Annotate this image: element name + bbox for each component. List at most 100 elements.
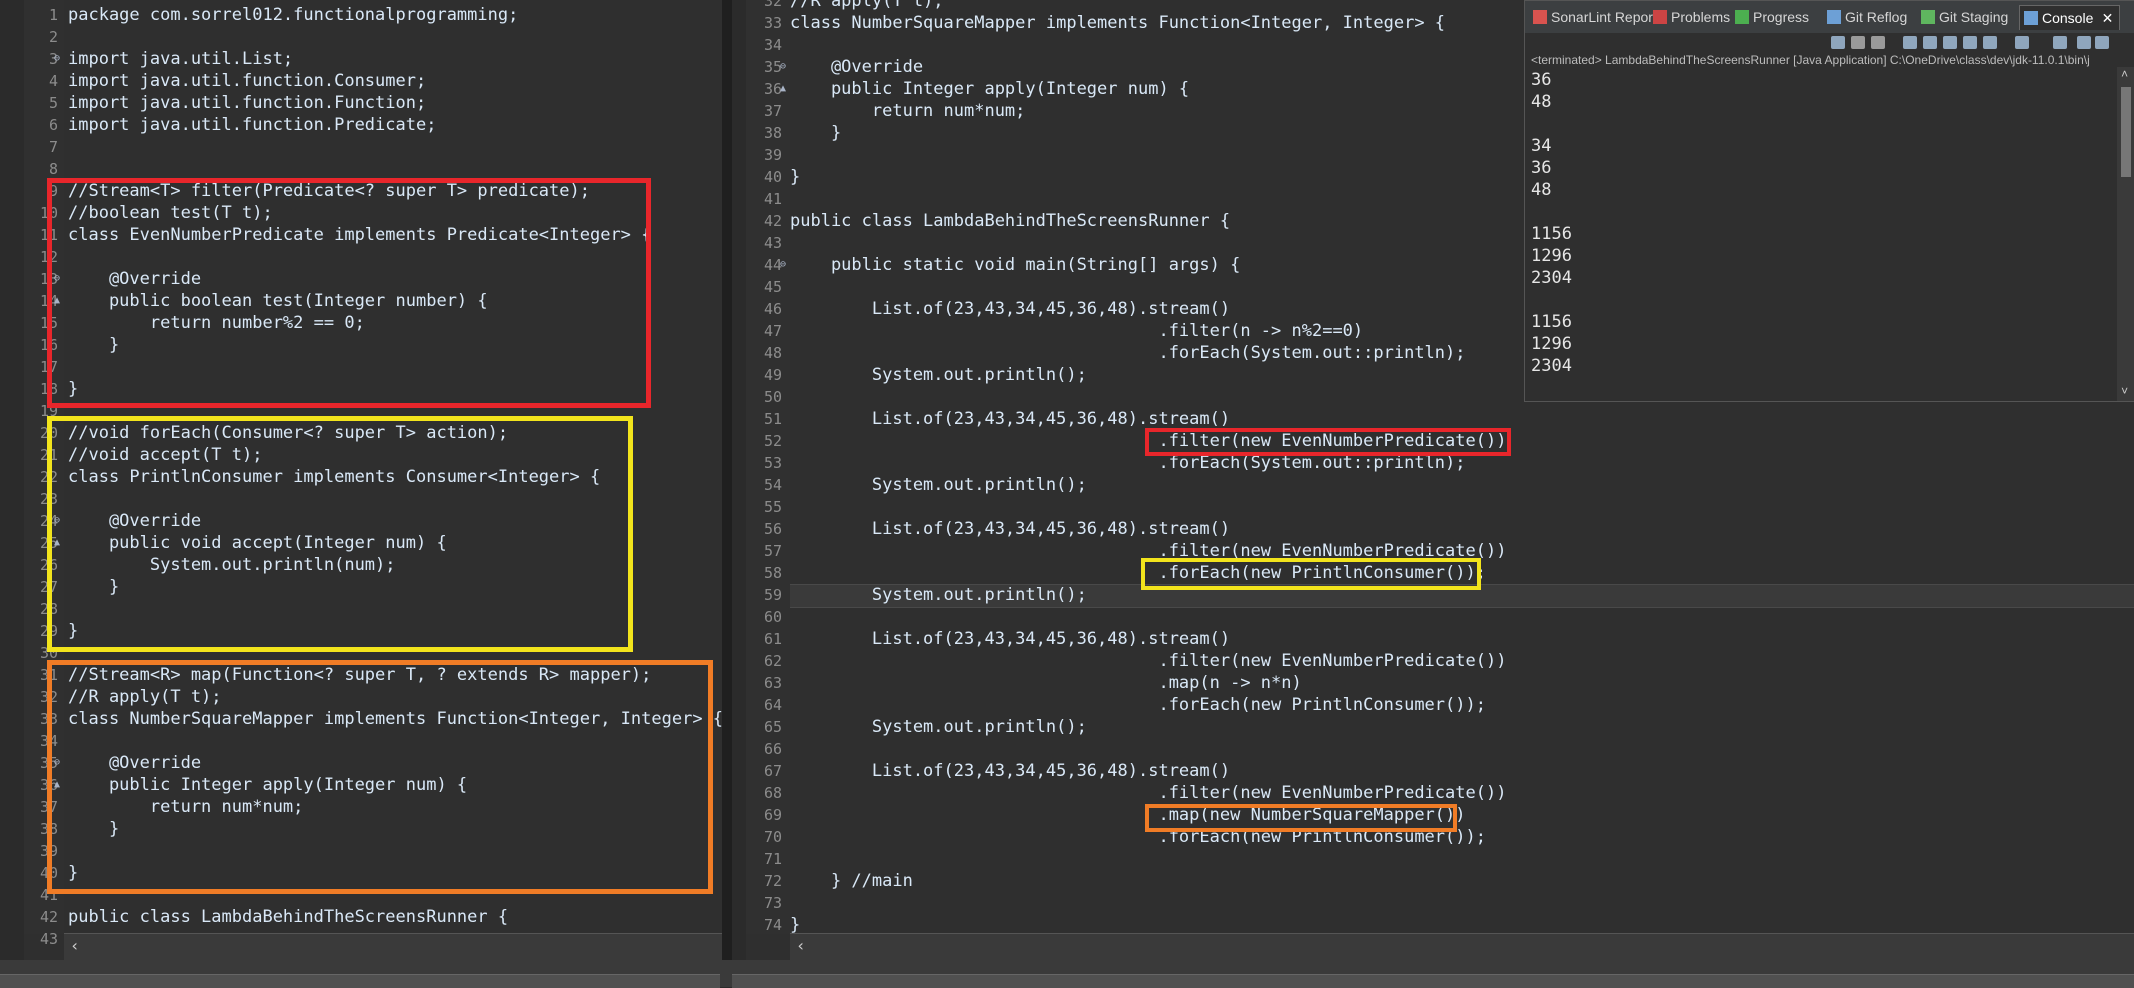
code-line[interactable]: import java.util.function.Consumer; <box>68 70 426 92</box>
scroll-left-icon[interactable]: ‹ <box>796 936 806 955</box>
code-line[interactable]: } //main <box>790 870 913 892</box>
code-line[interactable]: public void accept(Integer num) { <box>68 532 447 554</box>
code-line[interactable]: .filter(new EvenNumberPredicate()) <box>790 430 1506 452</box>
code-line[interactable]: //R apply(T t); <box>790 0 944 12</box>
fold-toggle-icon[interactable]: ⊖ <box>54 48 60 70</box>
tab-sonarlint-report[interactable]: SonarLint Report <box>1529 5 1657 29</box>
code-line[interactable]: .filter(n -> n%2==0) <box>790 320 1363 342</box>
right-horizontal-scrollbar[interactable]: ‹ <box>790 933 2134 960</box>
code-line[interactable]: class NumberSquareMapper implements Func… <box>68 708 722 730</box>
code-line[interactable]: .forEach(new PrintlnConsumer()); <box>790 562 1486 584</box>
clear-console-icon[interactable] <box>1831 36 1845 49</box>
word-wrap-icon[interactable] <box>1923 36 1937 49</box>
code-line[interactable]: } <box>790 166 800 188</box>
code-line[interactable]: } <box>68 378 78 400</box>
code-line[interactable]: public boolean test(Integer number) { <box>68 290 488 312</box>
code-line[interactable]: return num*num; <box>790 100 1026 122</box>
code-line[interactable]: return number%2 == 0; <box>68 312 365 334</box>
code-line[interactable]: //R apply(T t); <box>68 686 222 708</box>
code-line[interactable]: List.of(23,43,34,45,36,48).stream() <box>790 408 1230 430</box>
code-line[interactable]: public Integer apply(Integer num) { <box>68 774 467 796</box>
code-line[interactable]: .map(n -> n*n) <box>790 672 1301 694</box>
code-line[interactable]: import java.util.List; <box>68 48 293 70</box>
code-line[interactable]: public static void main(String[] args) { <box>790 254 1240 276</box>
tab-console[interactable]: Console ✕ <box>2019 5 2121 30</box>
code-line[interactable]: .forEach(new PrintlnConsumer()); <box>790 694 1486 716</box>
code-line[interactable]: public class LambdaBehindTheScreensRunne… <box>790 210 1230 232</box>
code-line[interactable]: System.out.println(); <box>790 364 1087 386</box>
code-line[interactable]: System.out.println(); <box>790 474 1087 496</box>
tab-git-staging[interactable]: Git Staging <box>1917 5 2008 29</box>
console-vertical-scrollbar[interactable]: ˄ ˅ <box>2117 67 2134 401</box>
code-line[interactable]: .forEach(new PrintlnConsumer()); <box>790 826 1486 848</box>
code-line[interactable]: //void forEach(Consumer<? super T> actio… <box>68 422 508 444</box>
code-line[interactable]: } <box>68 334 119 356</box>
code-line[interactable]: List.of(23,43,34,45,36,48).stream() <box>790 628 1230 650</box>
code-line[interactable]: .filter(new EvenNumberPredicate()) <box>790 540 1506 562</box>
code-line[interactable]: } <box>790 122 841 144</box>
code-line[interactable]: System.out.println(); <box>790 584 1087 606</box>
fold-toggle-icon[interactable]: ⊖ <box>780 56 786 78</box>
code-line[interactable]: @Override <box>790 56 923 78</box>
code-line[interactable]: System.out.println(num); <box>68 554 396 576</box>
left-horizontal-scrollbar[interactable]: ‹ <box>64 933 722 960</box>
open-console-icon[interactable] <box>2015 36 2029 49</box>
view-menu-icon[interactable] <box>2053 36 2067 49</box>
console-view[interactable]: SonarLint Report Problems Progress Git Refl… <box>1524 0 2134 402</box>
code-line[interactable]: package com.sorrel012.functionalprogramm… <box>68 4 518 26</box>
code-line[interactable]: .filter(new EvenNumberPredicate()) <box>790 650 1506 672</box>
code-line[interactable]: //void accept(T t); <box>68 444 262 466</box>
code-line[interactable]: import java.util.function.Predicate; <box>68 114 436 136</box>
code-line[interactable]: @Override <box>68 268 201 290</box>
code-line[interactable]: //Stream<R> map(Function<? super T, ? ex… <box>68 664 651 686</box>
code-line[interactable]: } <box>68 576 119 598</box>
code-line[interactable]: } <box>68 818 119 840</box>
code-line[interactable]: @Override <box>68 752 201 774</box>
code-line[interactable]: return num*num; <box>68 796 304 818</box>
scroll-up-icon[interactable]: ˄ <box>2121 67 2128 82</box>
pin-console-icon[interactable] <box>1963 36 1977 49</box>
tab-git-reflog[interactable]: Git Reflog <box>1823 5 1907 29</box>
line-number: 62 <box>763 652 782 670</box>
code-line[interactable]: } <box>68 862 78 884</box>
code-line[interactable]: class EvenNumberPredicate implements Pre… <box>68 224 651 246</box>
display-console-icon[interactable] <box>1983 36 1997 49</box>
code-line[interactable]: .forEach(System.out::println); <box>790 342 1465 364</box>
code-line[interactable]: class NumberSquareMapper implements Func… <box>790 12 1445 34</box>
code-line[interactable]: class PrintlnConsumer implements Consume… <box>68 466 600 488</box>
code-line[interactable]: public Integer apply(Integer num) { <box>790 78 1189 100</box>
code-line[interactable]: //Stream<T> filter(Predicate<? super T> … <box>68 180 590 202</box>
scroll-lock-icon[interactable] <box>1903 36 1917 49</box>
line-number: 48 <box>763 344 782 362</box>
left-editor-pane[interactable]: 1 package com.sorrel012.functionalprogram… <box>0 0 722 960</box>
code-line[interactable]: .map(new NumberSquareMapper()) <box>790 804 1465 826</box>
code-line[interactable]: public class LambdaBehindTheScreensRunne… <box>68 906 508 928</box>
tab-problems[interactable]: Problems <box>1649 5 1730 29</box>
code-line[interactable]: List.of(23,43,34,45,36,48).stream() <box>790 298 1230 320</box>
fold-toggle-icon[interactable]: ⊖ <box>54 268 60 290</box>
tab-progress[interactable]: Progress <box>1731 5 1809 29</box>
code-line[interactable]: import java.util.function.Function; <box>68 92 426 114</box>
fold-toggle-icon[interactable]: ⊖ <box>780 254 786 276</box>
remove-all-launches-icon[interactable] <box>1871 36 1885 49</box>
code-line[interactable]: List.of(23,43,34,45,36,48).stream() <box>790 518 1230 540</box>
fold-toggle-icon[interactable]: ⊖ <box>54 510 60 532</box>
line-number: 32 <box>763 0 782 10</box>
close-icon[interactable]: ✕ <box>2102 6 2114 30</box>
pane-divider[interactable] <box>722 0 732 987</box>
code-line[interactable]: System.out.println(); <box>790 716 1087 738</box>
fold-toggle-icon[interactable]: ⊖ <box>54 752 60 774</box>
code-line[interactable]: .forEach(System.out::println); <box>790 452 1465 474</box>
scroll-thumb[interactable] <box>2121 87 2131 177</box>
scroll-left-icon[interactable]: ‹ <box>70 936 80 955</box>
code-line[interactable]: @Override <box>68 510 201 532</box>
remove-launch-icon[interactable] <box>1851 36 1865 49</box>
code-line[interactable]: //boolean test(T t); <box>68 202 273 224</box>
minimize-icon[interactable] <box>2077 36 2091 49</box>
code-line[interactable]: } <box>68 620 78 642</box>
show-on-output-icon[interactable] <box>1943 36 1957 49</box>
maximize-icon[interactable] <box>2095 36 2109 49</box>
code-line[interactable]: List.of(23,43,34,45,36,48).stream() <box>790 760 1230 782</box>
scroll-down-icon[interactable]: ˅ <box>2121 384 2128 399</box>
code-line[interactable]: .filter(new EvenNumberPredicate()) <box>790 782 1506 804</box>
